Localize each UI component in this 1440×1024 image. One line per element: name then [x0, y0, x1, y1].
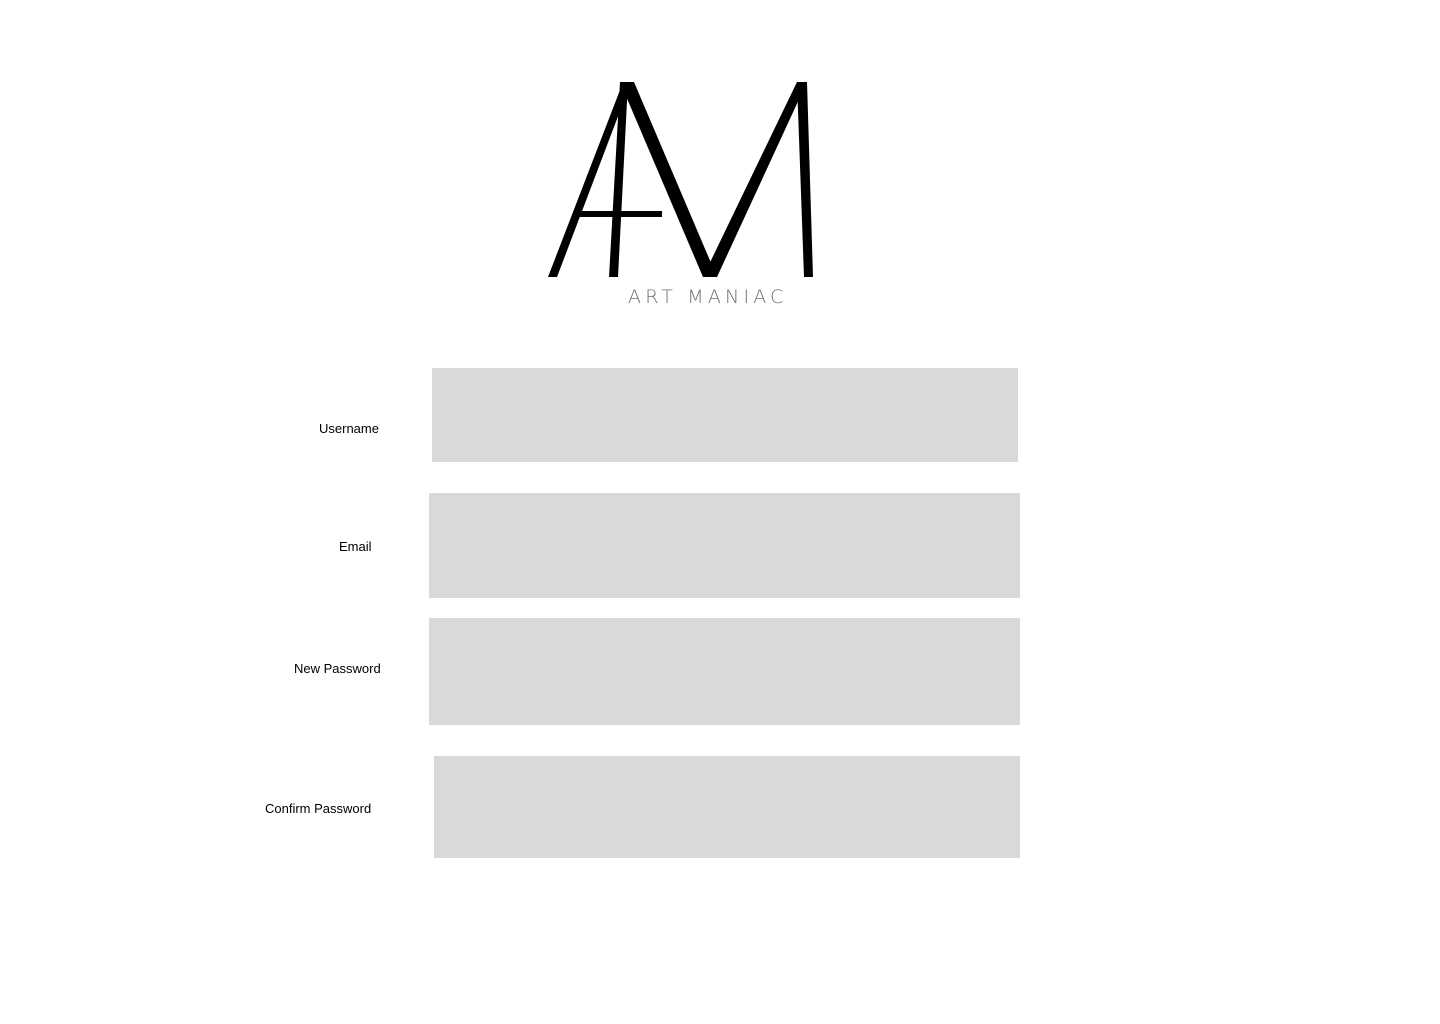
art-maniac-monogram-logo — [548, 82, 813, 277]
new-password-input[interactable] — [429, 618, 1020, 725]
confirm-password-input[interactable] — [434, 756, 1020, 858]
new-password-label: New Password — [294, 661, 381, 676]
brand-name: ART MANIAC — [628, 286, 788, 308]
email-label: Email — [339, 539, 372, 554]
confirm-password-label: Confirm Password — [265, 801, 372, 816]
email-input[interactable] — [429, 493, 1020, 598]
username-input[interactable] — [432, 368, 1018, 462]
username-label: Username — [319, 421, 379, 436]
